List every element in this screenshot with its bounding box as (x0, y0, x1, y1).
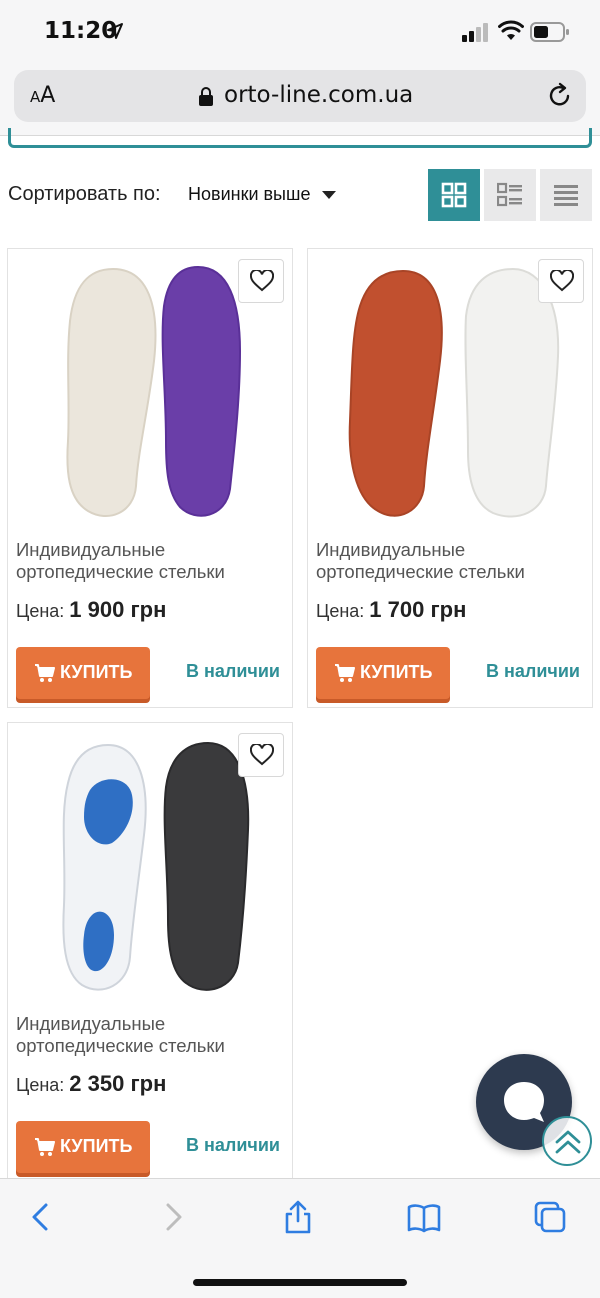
url-text[interactable]: orto-line.com.ua (224, 82, 413, 108)
view-tiles-button[interactable] (484, 169, 536, 221)
cart-icon (335, 664, 355, 682)
buy-button[interactable]: КУПИТЬ (316, 647, 450, 699)
favorite-button[interactable] (238, 733, 284, 777)
address-bar[interactable]: AA orto-line.com.ua (14, 70, 586, 122)
status-bar: 11:20 (0, 0, 600, 64)
favorite-button[interactable] (538, 259, 584, 303)
grid-icon (441, 182, 467, 208)
tiles-list-icon (497, 182, 522, 207)
stock-status: В наличии (486, 661, 580, 681)
tabs-icon[interactable] (532, 1199, 568, 1235)
scroll-to-top-button[interactable] (542, 1116, 592, 1166)
reload-icon[interactable] (546, 82, 574, 110)
product-card[interactable]: Индивидуальные ортопедические стельки Це… (7, 722, 293, 1182)
favorite-button[interactable] (238, 259, 284, 303)
filter-panel-edge (8, 128, 592, 148)
chevron-down-icon[interactable] (322, 191, 336, 199)
wifi-icon (498, 20, 524, 40)
product-image-insoles-white-black[interactable] (28, 735, 274, 997)
lock-icon (199, 87, 213, 106)
heart-icon (250, 270, 274, 292)
browser-address-area: AA orto-line.com.ua (0, 64, 600, 136)
bookmarks-icon[interactable] (406, 1199, 442, 1235)
sort-label: Сортировать по: (8, 183, 161, 205)
buy-button[interactable]: КУПИТЬ (16, 647, 150, 699)
browser-toolbar (0, 1178, 600, 1298)
cart-icon (35, 1138, 55, 1156)
price-value: 1 700 грн (369, 597, 467, 622)
location-arrow-icon (107, 23, 123, 39)
text-size-button[interactable]: AA (30, 83, 55, 108)
stock-status: В наличии (186, 661, 280, 681)
product-title[interactable]: Индивидуальные ортопедические стельки (16, 1013, 286, 1057)
product-card[interactable]: Индивидуальные ортопедические стельки Це… (7, 248, 293, 708)
cart-icon (35, 664, 55, 682)
price-value: 1 900 грн (69, 597, 167, 622)
heart-icon (550, 270, 574, 292)
back-icon[interactable] (24, 1199, 60, 1235)
sort-dropdown[interactable]: Новинки выше (188, 184, 310, 205)
product-card[interactable]: Индивидуальные ортопедические стельки Це… (307, 248, 593, 708)
view-grid-button[interactable] (428, 169, 480, 221)
product-title[interactable]: Индивидуальные ортопедические стельки (16, 539, 286, 583)
share-icon[interactable] (280, 1199, 316, 1235)
heart-icon (250, 744, 274, 766)
product-price: Цена: 1 900 грн (16, 597, 167, 622)
product-price: Цена: 1 700 грн (316, 597, 467, 622)
signal-icon (462, 23, 488, 42)
chat-icon (504, 1082, 544, 1122)
stock-status: В наличии (186, 1135, 280, 1155)
buy-button[interactable]: КУПИТЬ (16, 1121, 150, 1173)
view-list-button[interactable] (540, 169, 592, 221)
chevrons-up-icon (555, 1130, 581, 1154)
list-icon (554, 185, 578, 206)
home-indicator (193, 1279, 407, 1286)
product-title[interactable]: Индивидуальные ортопедические стельки (316, 539, 586, 583)
price-value: 2 350 грн (69, 1071, 167, 1096)
product-price: Цена: 2 350 грн (16, 1071, 167, 1096)
product-image-insoles-red-white[interactable] (328, 261, 574, 523)
product-image-insoles-beige-purple[interactable] (28, 261, 274, 523)
battery-icon (530, 22, 569, 42)
forward-icon[interactable] (154, 1199, 190, 1235)
